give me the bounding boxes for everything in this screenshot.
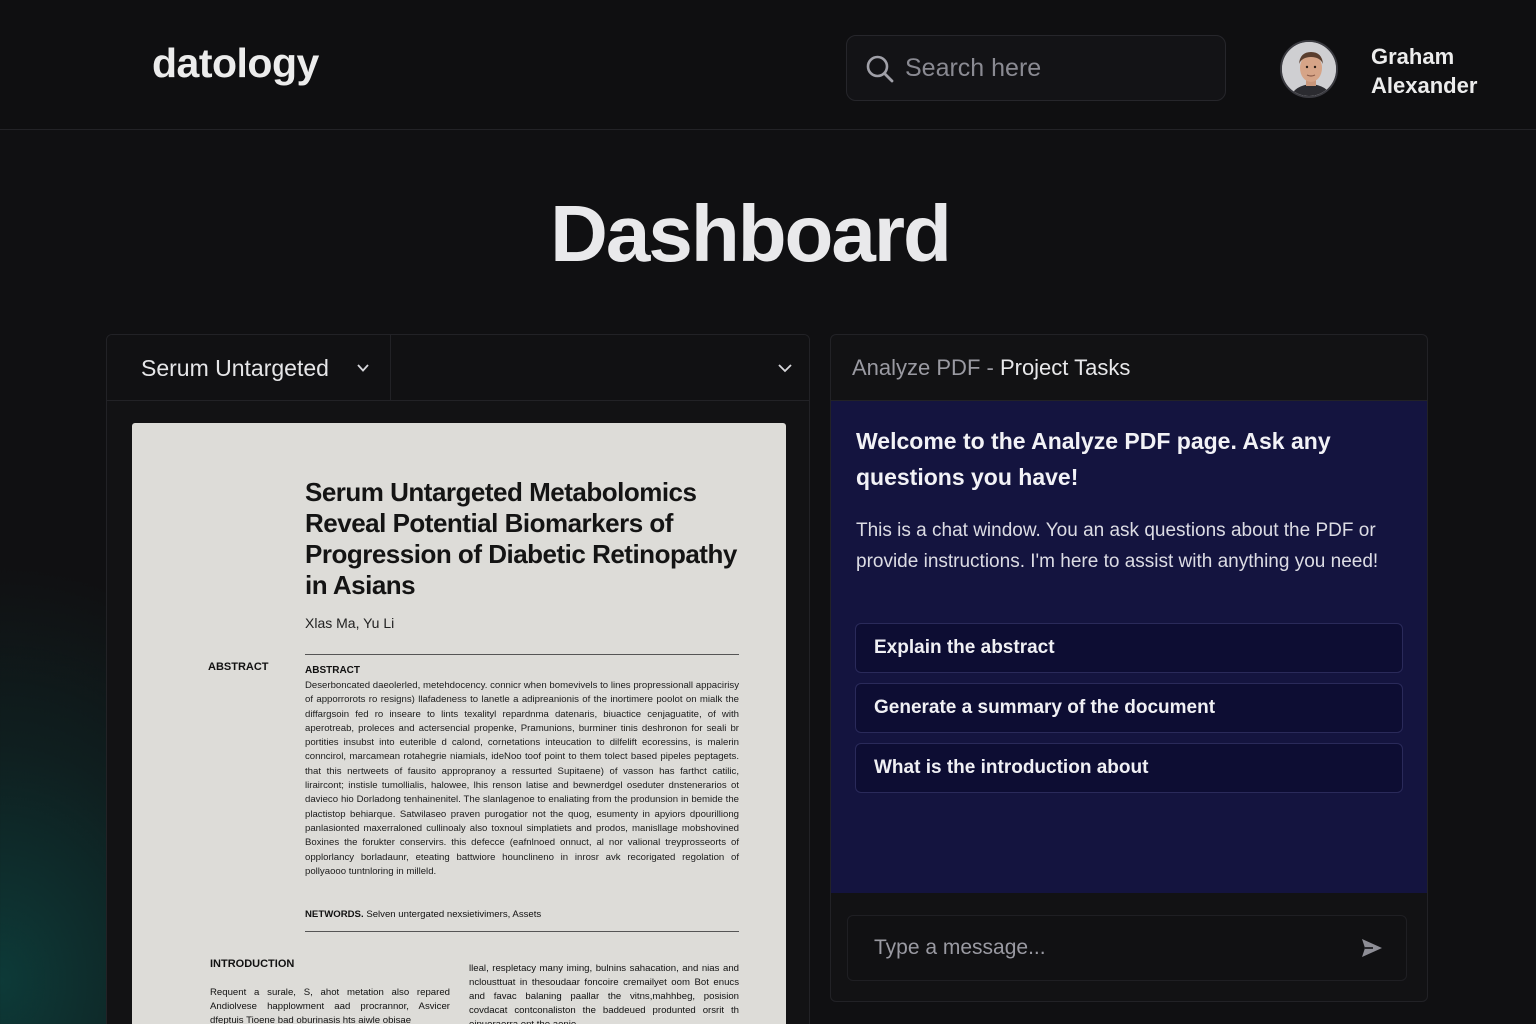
chat-messages: Welcome to the Analyze PDF page. Ask any… xyxy=(831,401,1427,893)
send-icon[interactable] xyxy=(1360,936,1384,960)
pdf-abstract-body: Deserboncated daeolerled, metehdocency. … xyxy=(305,680,739,877)
message-composer xyxy=(847,915,1407,981)
pdf-page[interactable]: Serum Untargeted Metabolomics Reveal Pot… xyxy=(132,423,786,1024)
document-panel-header: Serum Untargeted xyxy=(107,335,809,401)
avatar[interactable] xyxy=(1280,40,1338,98)
suggestion-explain-abstract[interactable]: Explain the abstract xyxy=(855,623,1403,673)
top-bar: datology Graham Alexander xyxy=(0,0,1536,130)
document-select-label: Serum Untargeted xyxy=(141,355,329,381)
pdf-keywords-label: NETWORDS. xyxy=(305,909,364,920)
chat-description: This is a chat window. You an ask questi… xyxy=(856,520,1379,572)
message-input[interactable] xyxy=(874,916,1344,980)
suggestion-generate-summary[interactable]: Generate a summary of the document xyxy=(855,683,1403,733)
app-logo[interactable]: datology xyxy=(152,40,319,87)
chat-panel-title-prefix: Analyze PDF - xyxy=(852,355,1000,380)
user-avatar-image xyxy=(1282,42,1336,96)
pdf-divider xyxy=(305,931,739,932)
pdf-authors: Xlas Ma, Yu Li xyxy=(305,615,395,631)
pdf-divider xyxy=(305,654,739,655)
pdf-abstract-heading: ABSTRACT xyxy=(305,665,360,676)
pdf-keywords: NETWORDS. Selven untergated nexsietivime… xyxy=(305,909,739,920)
chat-welcome-message: Welcome to the Analyze PDF page. Ask any… xyxy=(856,428,1331,490)
pdf-side-label: ABSTRACT xyxy=(208,661,269,673)
search-input[interactable] xyxy=(905,36,1205,100)
suggestion-introduction[interactable]: What is the introduction about xyxy=(855,743,1403,793)
document-select[interactable]: Serum Untargeted xyxy=(107,335,391,401)
chevron-down-icon[interactable] xyxy=(777,361,793,375)
pdf-intro-column-2: lleal, respletacy many iming, bulnins sa… xyxy=(469,963,739,1024)
chat-panel-title: Analyze PDF - Project Tasks xyxy=(852,355,1130,381)
chat-panel: Analyze PDF - Project Tasks Welcome to t… xyxy=(830,334,1428,1002)
user-name[interactable]: Graham Alexander xyxy=(1371,42,1521,100)
chat-panel-header: Analyze PDF - Project Tasks xyxy=(831,335,1427,401)
document-panel: Serum Untargeted Serum Untargeted Metabo… xyxy=(106,334,810,1024)
pdf-keywords-text: Selven untergated nexsietivimers, Assets xyxy=(366,909,542,920)
pdf-title: Serum Untargeted Metabolomics Reveal Pot… xyxy=(305,477,737,600)
chevron-down-icon xyxy=(357,364,369,372)
search-box[interactable] xyxy=(846,35,1226,101)
pdf-intro-column-1: Requent a surale, S, ahot metation also … xyxy=(210,987,450,1024)
pdf-intro-heading: INTRODUCTION xyxy=(210,958,295,970)
page-title: Dashboard xyxy=(550,189,952,278)
search-icon xyxy=(866,55,894,83)
chat-panel-title-main: Project Tasks xyxy=(999,355,1131,380)
